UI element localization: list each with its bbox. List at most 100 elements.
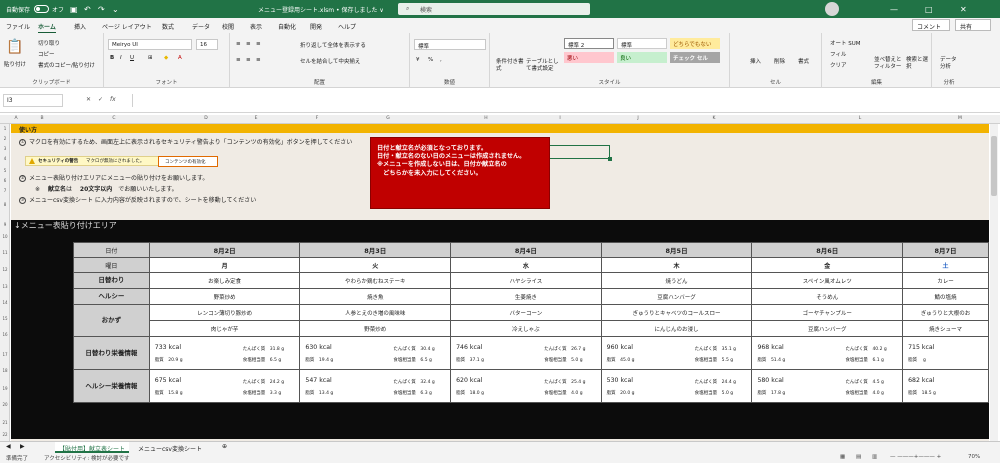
hn-cell[interactable]: 682 kcalたんぱく質 g脂質 18.5 g食塩相当量 g: [902, 369, 989, 403]
style-normal[interactable]: 標準: [617, 38, 667, 49]
row-10[interactable]: 10: [0, 234, 10, 239]
autosum-button[interactable]: オート SUM: [830, 39, 861, 47]
add-sheet-button[interactable]: ⊕: [222, 443, 227, 450]
healthy-menu-cell[interactable]: 豆腐ハンバーグ: [600, 288, 753, 305]
comment-button[interactable]: コメント: [912, 19, 950, 31]
sheet-tab-menu[interactable]: 【貼付用】献立表シート: [55, 442, 129, 453]
zoom-slider[interactable]: — ———+——— +: [890, 454, 941, 460]
worksheet[interactable]: 使い方 ① マクロを有効にするため、画面左上に表示されるセキュリティ警告より「コン…: [11, 124, 989, 441]
border-icon[interactable]: ⊞: [148, 55, 153, 61]
row-21[interactable]: 21: [0, 420, 10, 425]
row-5[interactable]: 5: [0, 168, 10, 173]
healthy-menu-cell[interactable]: そうめん: [751, 288, 904, 305]
healthy-menu-cell[interactable]: 生姜焼き: [450, 288, 602, 305]
copy-button[interactable]: コピー: [38, 50, 55, 58]
tab-help[interactable]: ヘルプ: [338, 22, 356, 31]
style-neutral[interactable]: どちらでもない: [670, 38, 720, 49]
row-19[interactable]: 19: [0, 386, 10, 391]
row-4[interactable]: 4: [0, 156, 10, 161]
date-cell[interactable]: 8月4日: [450, 242, 602, 258]
weekday-cell[interactable]: 土: [902, 257, 989, 273]
weekday-cell[interactable]: 金: [751, 257, 904, 273]
side2-cell[interactable]: 野菜炒め: [299, 320, 452, 337]
row-8[interactable]: 8: [0, 202, 10, 207]
delete-cells-button[interactable]: 削除: [774, 57, 785, 65]
tab-review[interactable]: 校閲: [222, 22, 234, 31]
row-11[interactable]: 11: [0, 250, 10, 255]
tab-view[interactable]: 表示: [250, 22, 262, 31]
dn-cell[interactable]: 715 kcalたんぱく質 g脂質 g食塩相当量 g: [902, 336, 989, 370]
tab-developer[interactable]: 開発: [310, 22, 322, 31]
format-cells-button[interactable]: 書式: [798, 57, 809, 65]
italic-button[interactable]: I: [120, 55, 122, 61]
tab-page-layout[interactable]: ページ レイアウト: [102, 22, 152, 31]
col-g[interactable]: G: [358, 116, 418, 121]
date-cell[interactable]: 8月6日: [751, 242, 904, 258]
view-break-icon[interactable]: ▥: [872, 454, 877, 460]
daily-menu-cell[interactable]: カレー: [902, 272, 989, 289]
clear-button[interactable]: クリア: [830, 61, 847, 69]
next-sheet-icon[interactable]: ▶: [20, 443, 25, 450]
wrap-text-button[interactable]: 折り返して全体を表示する: [300, 41, 366, 49]
row-2[interactable]: 2: [0, 136, 10, 141]
minimize-icon[interactable]: —: [890, 5, 898, 14]
side1-cell[interactable]: ゴーヤチャンプルー: [751, 304, 904, 321]
close-icon[interactable]: ✕: [960, 5, 967, 14]
font-size-select[interactable]: 16: [196, 39, 218, 50]
daily-menu-cell[interactable]: 焼うどん: [600, 272, 753, 289]
col-i[interactable]: I: [530, 116, 590, 121]
cancel-icon[interactable]: ✕: [86, 96, 91, 103]
find-select-button[interactable]: 検索と選択: [906, 57, 928, 71]
row-20[interactable]: 20: [0, 402, 10, 407]
underline-button[interactable]: U: [130, 55, 134, 61]
fill-button[interactable]: フィル: [830, 50, 846, 58]
autosave-toggle[interactable]: [34, 5, 49, 13]
view-normal-icon[interactable]: ▦: [840, 454, 845, 460]
col-l[interactable]: L: [830, 116, 890, 121]
insert-cells-button[interactable]: 挿入: [750, 57, 761, 65]
save-icon[interactable]: ▣: [70, 5, 78, 14]
redo-icon[interactable]: ↷: [98, 5, 105, 14]
col-h[interactable]: H: [456, 116, 516, 121]
hn-cell[interactable]: 620 kcal たんぱく質 25.4 g 脂質 18.0 g 食塩相当量 4.0 g: [450, 369, 602, 403]
currency-icon[interactable]: ¥: [416, 57, 420, 63]
quick-access-icon[interactable]: ⌄: [112, 5, 119, 14]
comma-icon[interactable]: ,: [440, 57, 442, 63]
align-left-icon[interactable]: ≡: [236, 57, 241, 63]
row-12[interactable]: 12: [0, 267, 10, 272]
row-17[interactable]: 17: [0, 352, 10, 357]
maximize-icon[interactable]: □: [925, 5, 933, 14]
date-cell[interactable]: 8月5日: [600, 242, 753, 258]
date-cell[interactable]: 8月3日: [299, 242, 452, 258]
style-check-cell[interactable]: チェック セル: [670, 52, 720, 63]
row-14[interactable]: 14: [0, 300, 10, 305]
dn-cell[interactable]: 746 kcal たんぱく質 26.7 g 脂質 37.1 g 食塩相当量 5.0 g: [450, 336, 602, 370]
cut-button[interactable]: 切り取り: [38, 39, 60, 47]
vertical-scrollbar[interactable]: [990, 124, 998, 441]
align-bottom-icon[interactable]: ≡: [256, 41, 261, 47]
date-cell[interactable]: 8月7日: [902, 242, 989, 258]
col-c[interactable]: C: [64, 116, 164, 121]
tab-automate[interactable]: 自動化: [278, 22, 296, 31]
col-b[interactable]: B: [22, 116, 62, 121]
row-6[interactable]: 6: [0, 178, 10, 183]
function-icon[interactable]: fx: [110, 96, 116, 103]
tab-data[interactable]: データ: [192, 22, 210, 31]
col-m[interactable]: M: [930, 116, 990, 121]
row-16[interactable]: 16: [0, 332, 10, 337]
row-15[interactable]: 15: [0, 316, 10, 321]
font-name-select[interactable]: Meiryo UI: [108, 39, 192, 50]
daily-menu-cell[interactable]: お楽しみ定食: [148, 272, 301, 289]
enter-icon[interactable]: ✓: [98, 96, 103, 103]
side1-cell[interactable]: ぎゅうりと大根のお: [902, 304, 989, 321]
style-normal2[interactable]: 標準 2: [564, 38, 614, 49]
sheet-tab-csv[interactable]: メニューcsv変換シート: [138, 444, 202, 453]
scroll-thumb[interactable]: [991, 136, 997, 196]
row-22[interactable]: 22: [0, 432, 10, 437]
format-painter-button[interactable]: 書式のコピー/貼り付け: [38, 61, 95, 69]
status-accessibility[interactable]: アクセシビリティ: 検討が必要です: [44, 454, 130, 462]
daily-menu-cell[interactable]: ハヤシライス: [450, 272, 602, 289]
align-right-icon[interactable]: ≡: [256, 57, 261, 63]
sort-filter-button[interactable]: 並べ替えとフィルター: [874, 57, 902, 71]
col-a[interactable]: A: [12, 116, 20, 121]
